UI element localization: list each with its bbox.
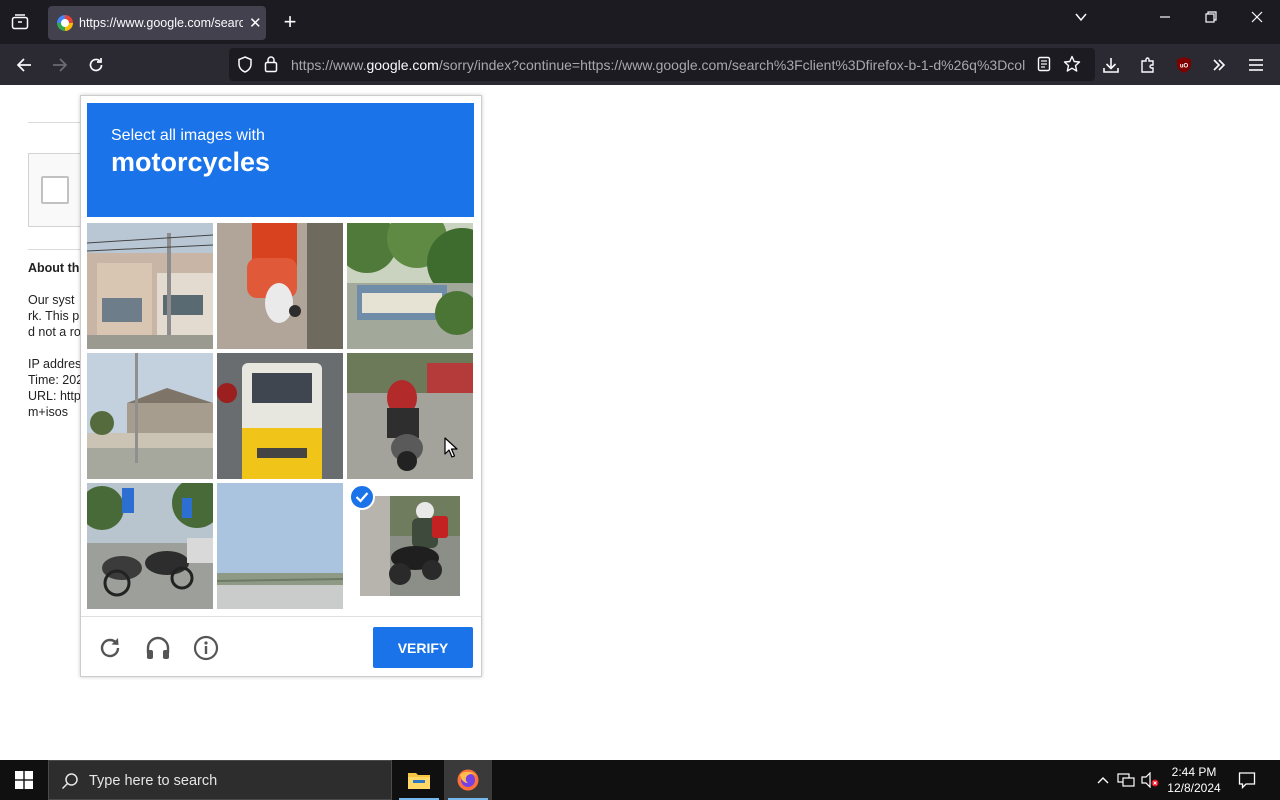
forward-arrow-icon[interactable] xyxy=(47,52,73,78)
tracking-shield-icon[interactable] xyxy=(237,56,253,78)
ip-address-line: IP addres xyxy=(28,357,82,371)
reload-icon[interactable] xyxy=(83,52,109,78)
about-heading: About th xyxy=(28,261,80,275)
taskbar-clock[interactable]: 2:44 PM 12/8/2024 xyxy=(1163,764,1225,796)
page-divider-top xyxy=(28,122,80,123)
browser-tab-active[interactable]: https://www.google.com/search ✕ xyxy=(48,6,266,40)
url-domain: google.com xyxy=(366,57,439,73)
restore-icon[interactable] xyxy=(1204,10,1218,27)
tab-list-icon[interactable] xyxy=(6,8,34,36)
reader-view-icon[interactable] xyxy=(1037,56,1051,77)
audio-challenge-headphones-icon[interactable] xyxy=(144,634,172,662)
image-tile-4[interactable] xyxy=(87,353,213,479)
help-info-icon[interactable] xyxy=(192,634,220,662)
image-tile-1[interactable] xyxy=(87,223,213,349)
challenge-target: motorcycles xyxy=(111,147,271,177)
body-line-2: rk. This p xyxy=(28,309,80,323)
time-line: Time: 202 xyxy=(28,373,84,387)
body-line-1: Our syst xyxy=(28,293,75,307)
google-favicon-icon xyxy=(57,15,73,31)
url-path: /sorry/index?continue=https://www.google… xyxy=(438,57,1026,73)
windows-start-icon[interactable] xyxy=(0,760,48,800)
clock-date: 12/8/2024 xyxy=(1167,781,1221,795)
query-line: m+isos xyxy=(28,405,68,419)
url-text[interactable]: https://www.google.com/sorry/index?conti… xyxy=(291,57,1026,73)
verify-button[interactable]: VERIFY xyxy=(373,627,473,668)
page-divider-bottom xyxy=(28,249,80,250)
close-window-icon[interactable] xyxy=(1250,10,1264,27)
app-menu-hamburger-icon[interactable] xyxy=(1243,52,1269,78)
file-explorer-taskbar-button[interactable] xyxy=(395,760,443,800)
body-line-3: d not a ro xyxy=(28,325,81,339)
firefox-taskbar-button[interactable] xyxy=(444,760,492,800)
network-icon[interactable] xyxy=(1117,771,1135,789)
url-prefix: https://www. xyxy=(291,57,367,73)
list-all-tabs-icon[interactable] xyxy=(1074,10,1088,27)
reload-challenge-icon[interactable] xyxy=(96,634,124,662)
downloads-icon[interactable] xyxy=(1098,52,1124,78)
browser-tab-bar: https://www.google.com/search ✕ + xyxy=(0,0,1280,44)
recaptcha-checkbox[interactable] xyxy=(41,176,69,204)
tab-title: https://www.google.com/search xyxy=(79,16,243,30)
taskbar-search-placeholder: Type here to search xyxy=(89,773,218,789)
image-tile-7[interactable] xyxy=(87,483,213,609)
search-icon xyxy=(61,772,79,795)
ublock-origin-icon[interactable]: uO xyxy=(1171,52,1197,78)
challenge-banner: Select all images with motorcycles xyxy=(87,103,474,217)
svg-text:uO: uO xyxy=(1180,64,1189,70)
clock-time: 2:44 PM xyxy=(1171,765,1217,779)
url-line: URL: http xyxy=(28,389,81,403)
back-arrow-icon[interactable] xyxy=(11,52,37,78)
windows-taskbar: Type here to search 2:44 PM 12/8/2024 xyxy=(0,760,1280,800)
browser-nav-bar: https://www.google.com/sorry/index?conti… xyxy=(0,44,1280,85)
more-tools-chevron-icon[interactable] xyxy=(1206,52,1232,78)
image-tile-9-selected[interactable] xyxy=(360,496,460,596)
tab-close-icon[interactable]: ✕ xyxy=(249,14,262,32)
challenge-instruction: Select all images with xyxy=(111,127,265,144)
notification-center-icon[interactable] xyxy=(1238,771,1256,789)
new-tab-button[interactable]: + xyxy=(280,10,300,34)
show-hidden-icons-chevron-icon[interactable] xyxy=(1094,771,1112,789)
image-tile-2[interactable] xyxy=(217,223,343,349)
challenge-footer-divider xyxy=(81,616,481,617)
recaptcha-challenge-popup: Select all images with motorcycles VERIF… xyxy=(80,95,482,677)
address-bar[interactable]: https://www.google.com/sorry/index?conti… xyxy=(229,48,1095,81)
bookmark-star-icon[interactable] xyxy=(1063,55,1081,78)
tile-selected-checkmark-icon xyxy=(349,484,375,510)
image-tile-5[interactable] xyxy=(217,353,343,479)
lock-icon[interactable] xyxy=(264,55,278,78)
image-tile-3[interactable] xyxy=(347,223,473,349)
minimize-icon[interactable] xyxy=(1158,10,1172,27)
image-tile-8[interactable] xyxy=(217,483,343,609)
taskbar-search-box[interactable]: Type here to search xyxy=(48,760,392,800)
volume-muted-icon[interactable] xyxy=(1141,771,1159,789)
mouse-cursor-icon xyxy=(444,437,458,464)
extensions-puzzle-icon[interactable] xyxy=(1135,52,1161,78)
